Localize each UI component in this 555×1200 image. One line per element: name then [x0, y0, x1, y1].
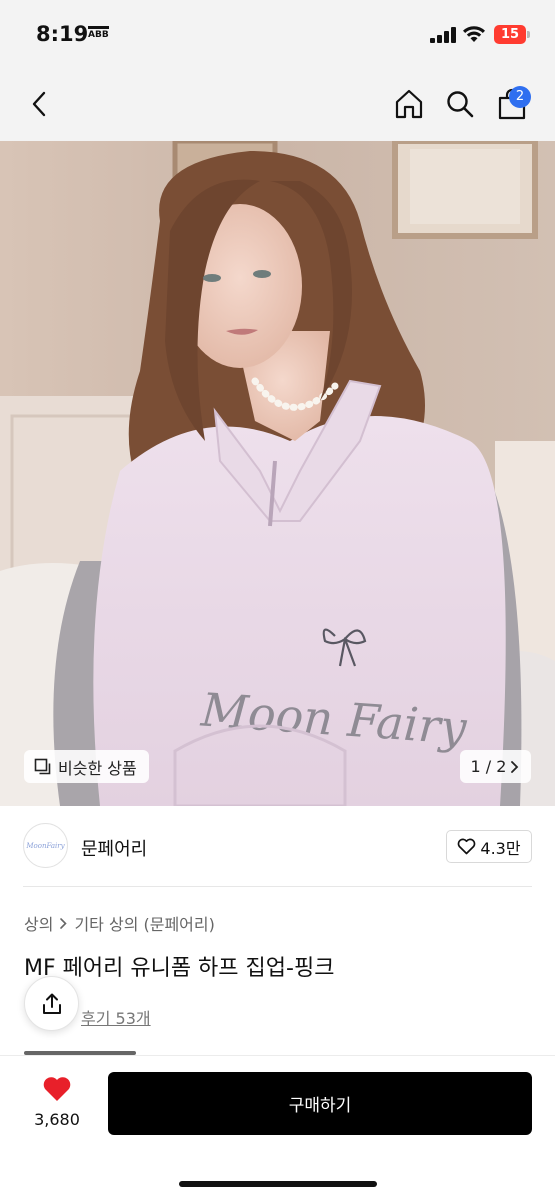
search-button[interactable]: [440, 84, 480, 124]
product-photo: Moon Fairy: [0, 141, 555, 806]
image-pager[interactable]: 1 / 2: [460, 750, 531, 783]
breadcrumb: 상의 기타 상의 (문페어리): [24, 911, 215, 935]
heart-filled-icon: [43, 1077, 71, 1101]
brand-row: MoonFairy 문페어리 4.3만: [0, 806, 555, 886]
home-icon: [395, 89, 423, 119]
wishlist-button[interactable]: 3,680: [30, 1075, 84, 1129]
brand-logo[interactable]: MoonFairy: [23, 823, 68, 868]
similar-products-button[interactable]: 비슷한 상품: [24, 750, 149, 783]
page-indicator: 1 / 2: [470, 757, 507, 776]
review-link[interactable]: 후기 53개: [81, 1005, 151, 1029]
status-bar: 8:19 ABB 15: [0, 0, 555, 70]
chevron-right-icon: [60, 917, 68, 929]
chevron-right-icon: [511, 760, 519, 773]
chevron-left-icon: [32, 91, 46, 117]
similar-items-icon: [34, 758, 51, 774]
heart-outline-icon: [458, 838, 476, 855]
buy-button[interactable]: 구매하기: [108, 1072, 532, 1135]
brand-logo-text: MoonFairy: [26, 841, 65, 850]
brand-name[interactable]: 문페어리: [81, 835, 147, 861]
brand-like-count: 4.3만: [480, 838, 521, 858]
breadcrumb-subcategory[interactable]: 기타 상의 (문페어리): [74, 911, 214, 935]
share-icon: [42, 993, 61, 1014]
status-time: 8:19: [36, 22, 89, 46]
carrier-badge: ABB: [88, 26, 109, 40]
share-button[interactable]: [24, 976, 79, 1031]
home-indicator: [179, 1181, 377, 1187]
section-divider: [23, 886, 532, 887]
similar-products-label: 비슷한 상품: [58, 758, 137, 778]
battery-icon: 15: [494, 25, 526, 44]
wishlist-count: 3,680: [34, 1110, 80, 1129]
top-nav: [0, 70, 555, 141]
home-button[interactable]: [389, 84, 429, 124]
wifi-icon: [463, 26, 485, 42]
brand-like-button[interactable]: 4.3만: [446, 830, 532, 863]
search-icon: [447, 91, 474, 118]
signal-icon: [430, 27, 456, 43]
back-button[interactable]: [20, 84, 60, 124]
battery-nub: [527, 31, 530, 38]
product-title: MF 페어리 유니폼 하프 집업-핑크: [24, 956, 335, 981]
cart-count-badge: 2: [509, 86, 531, 108]
breadcrumb-category[interactable]: 상의: [24, 911, 53, 935]
product-image[interactable]: Moon Fairy: [0, 141, 555, 806]
heart-shape: [43, 1077, 71, 1101]
